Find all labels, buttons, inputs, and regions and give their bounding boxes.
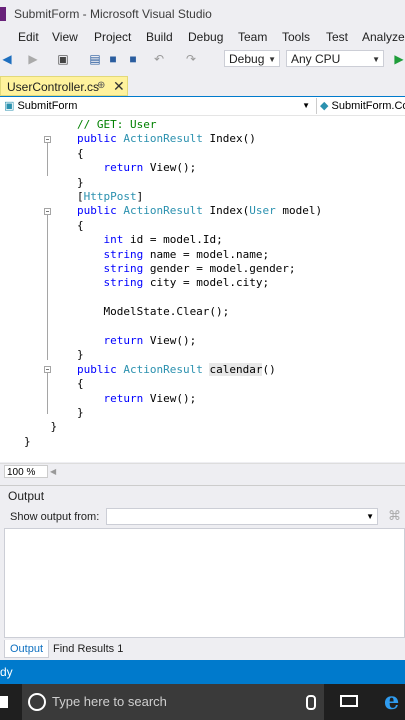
menu-test[interactable]: Test [326, 30, 348, 44]
undo-icon[interactable]: ↶ [152, 52, 166, 66]
editor-zoom-bar: 100 % ◀ [0, 463, 405, 480]
code-line: { [24, 146, 84, 160]
microphone-icon[interactable] [306, 695, 316, 710]
start-debugging-icon[interactable]: ▶ [392, 52, 405, 66]
code-line: } [24, 420, 58, 434]
code-line: return View(); [103, 334, 197, 347]
code-line: } [24, 348, 84, 362]
class-icon: ◆ [320, 100, 329, 112]
task-view-icon[interactable] [340, 695, 358, 707]
type-dropdown[interactable]: ◆ SubmitForm.Co [316, 98, 405, 114]
status-text: dy [0, 665, 13, 679]
cortana-icon [28, 693, 46, 711]
tool-window-tabs: Output Find Results 1 [4, 640, 405, 658]
chevron-down-icon: ▼ [372, 55, 380, 64]
menu-team[interactable]: Team [238, 30, 267, 44]
menu-tools[interactable]: Tools [282, 30, 310, 44]
code-line: } [24, 406, 84, 419]
menu-debug[interactable]: Debug [188, 30, 223, 44]
code-line: { [24, 377, 84, 391]
code-line: return View(); [103, 161, 197, 175]
windows-taskbar: Type here to search e [0, 684, 405, 720]
taskbar-search-box[interactable]: Type here to search [22, 684, 324, 720]
code-editor[interactable]: // GET: User public ActionResult Index()… [0, 116, 405, 462]
find-message-icon[interactable]: ⌘ [388, 508, 401, 524]
code-line: ModelState.Clear(); [24, 305, 230, 319]
project-dropdown-value: SubmitForm [17, 100, 78, 112]
visual-studio-logo-icon [0, 7, 6, 21]
output-toolbar: Show output from: ▼ ⌘ [4, 507, 405, 527]
code-line: public ActionResult Index() [76, 132, 256, 146]
platform-value: Any CPU [291, 52, 341, 66]
forward-icon[interactable]: ▶ [26, 52, 40, 66]
type-dropdown-value: SubmitForm.Co [331, 100, 405, 112]
menu-project[interactable]: Project [94, 30, 131, 44]
tab-label: UserController.cs [7, 80, 100, 94]
window-title: SubmitForm - Microsoft Visual Studio [14, 7, 212, 21]
save-all-icon[interactable]: ■ [126, 52, 140, 66]
code-line: int id = model.Id; [103, 233, 223, 247]
menu-view[interactable]: View [52, 30, 78, 44]
status-bar: dy [0, 660, 405, 684]
menu-build[interactable]: Build [146, 30, 173, 44]
code-line: string name = model.name; [103, 247, 270, 261]
code-line: public ActionResult Index(User model) [76, 204, 323, 218]
redo-icon[interactable]: ↷ [184, 52, 198, 66]
code-line: string gender = model.gender; [103, 262, 296, 275]
zoom-value: 100 % [7, 467, 36, 478]
chevron-down-icon: ▼ [268, 55, 276, 64]
tab-find-results[interactable]: Find Results 1 [48, 640, 128, 658]
code-line: // GET: User [24, 118, 157, 131]
code-line: [HttpPost] [24, 190, 144, 203]
project-icon: ▣ [4, 100, 15, 112]
chevron-down-icon: ▼ [366, 512, 374, 521]
tab-usercontroller[interactable]: UserController.cs ⊕ ✕ [0, 76, 128, 96]
menu-analyze[interactable]: Analyze [362, 30, 405, 44]
output-title: Output [8, 489, 45, 503]
windows-start-icon[interactable] [0, 696, 8, 708]
save-icon[interactable]: ■ [106, 52, 120, 66]
code-line: string city = model.city; [103, 276, 270, 290]
open-file-icon[interactable]: ▤ [88, 52, 102, 66]
navigation-bar: ▣ SubmitForm ▼ ◆ SubmitForm.Co [0, 97, 405, 116]
edge-browser-icon[interactable]: e [384, 686, 399, 715]
scroll-left-icon[interactable]: ◀ [50, 467, 56, 476]
document-tab-strip: UserController.cs ⊕ ✕ [0, 76, 405, 98]
back-icon[interactable]: ◀ [0, 52, 14, 66]
tab-output[interactable]: Output [4, 640, 50, 658]
output-source-select[interactable]: ▼ [106, 508, 378, 525]
code-line: { [24, 218, 84, 232]
title-bar: SubmitForm - Microsoft Visual Studio [0, 0, 405, 28]
standard-toolbar: ◀ ▶ ▣ ▤ ■ ■ ↶ ↷ Debug ▼ Any CPU ▼ ▶ [0, 48, 405, 70]
close-icon[interactable]: ✕ [113, 78, 125, 95]
solution-platform-select[interactable]: Any CPU ▼ [286, 50, 384, 67]
new-project-icon[interactable]: ▣ [56, 52, 70, 66]
show-output-from-label: Show output from: [10, 511, 100, 523]
zoom-select[interactable]: 100 % [4, 465, 48, 478]
pin-icon[interactable]: ⊕ [97, 80, 105, 91]
project-dropdown[interactable]: ▣ SubmitForm ▼ [4, 98, 310, 114]
chevron-down-icon: ▼ [302, 101, 310, 110]
code-line: } [24, 175, 84, 189]
taskbar-search-placeholder: Type here to search [52, 694, 167, 709]
output-text-area[interactable] [4, 528, 405, 638]
code-line: return View(); [103, 391, 197, 405]
output-pane-header: Output [0, 485, 405, 506]
configuration-value: Debug [229, 52, 265, 66]
menu-edit[interactable]: Edit [18, 30, 39, 44]
solution-configuration-select[interactable]: Debug ▼ [224, 50, 280, 67]
code-line: } [24, 434, 31, 448]
code-line: public ActionResult calendar() [76, 362, 276, 376]
menu-bar: Edit View Project Build Debug Team Tools… [0, 28, 405, 48]
